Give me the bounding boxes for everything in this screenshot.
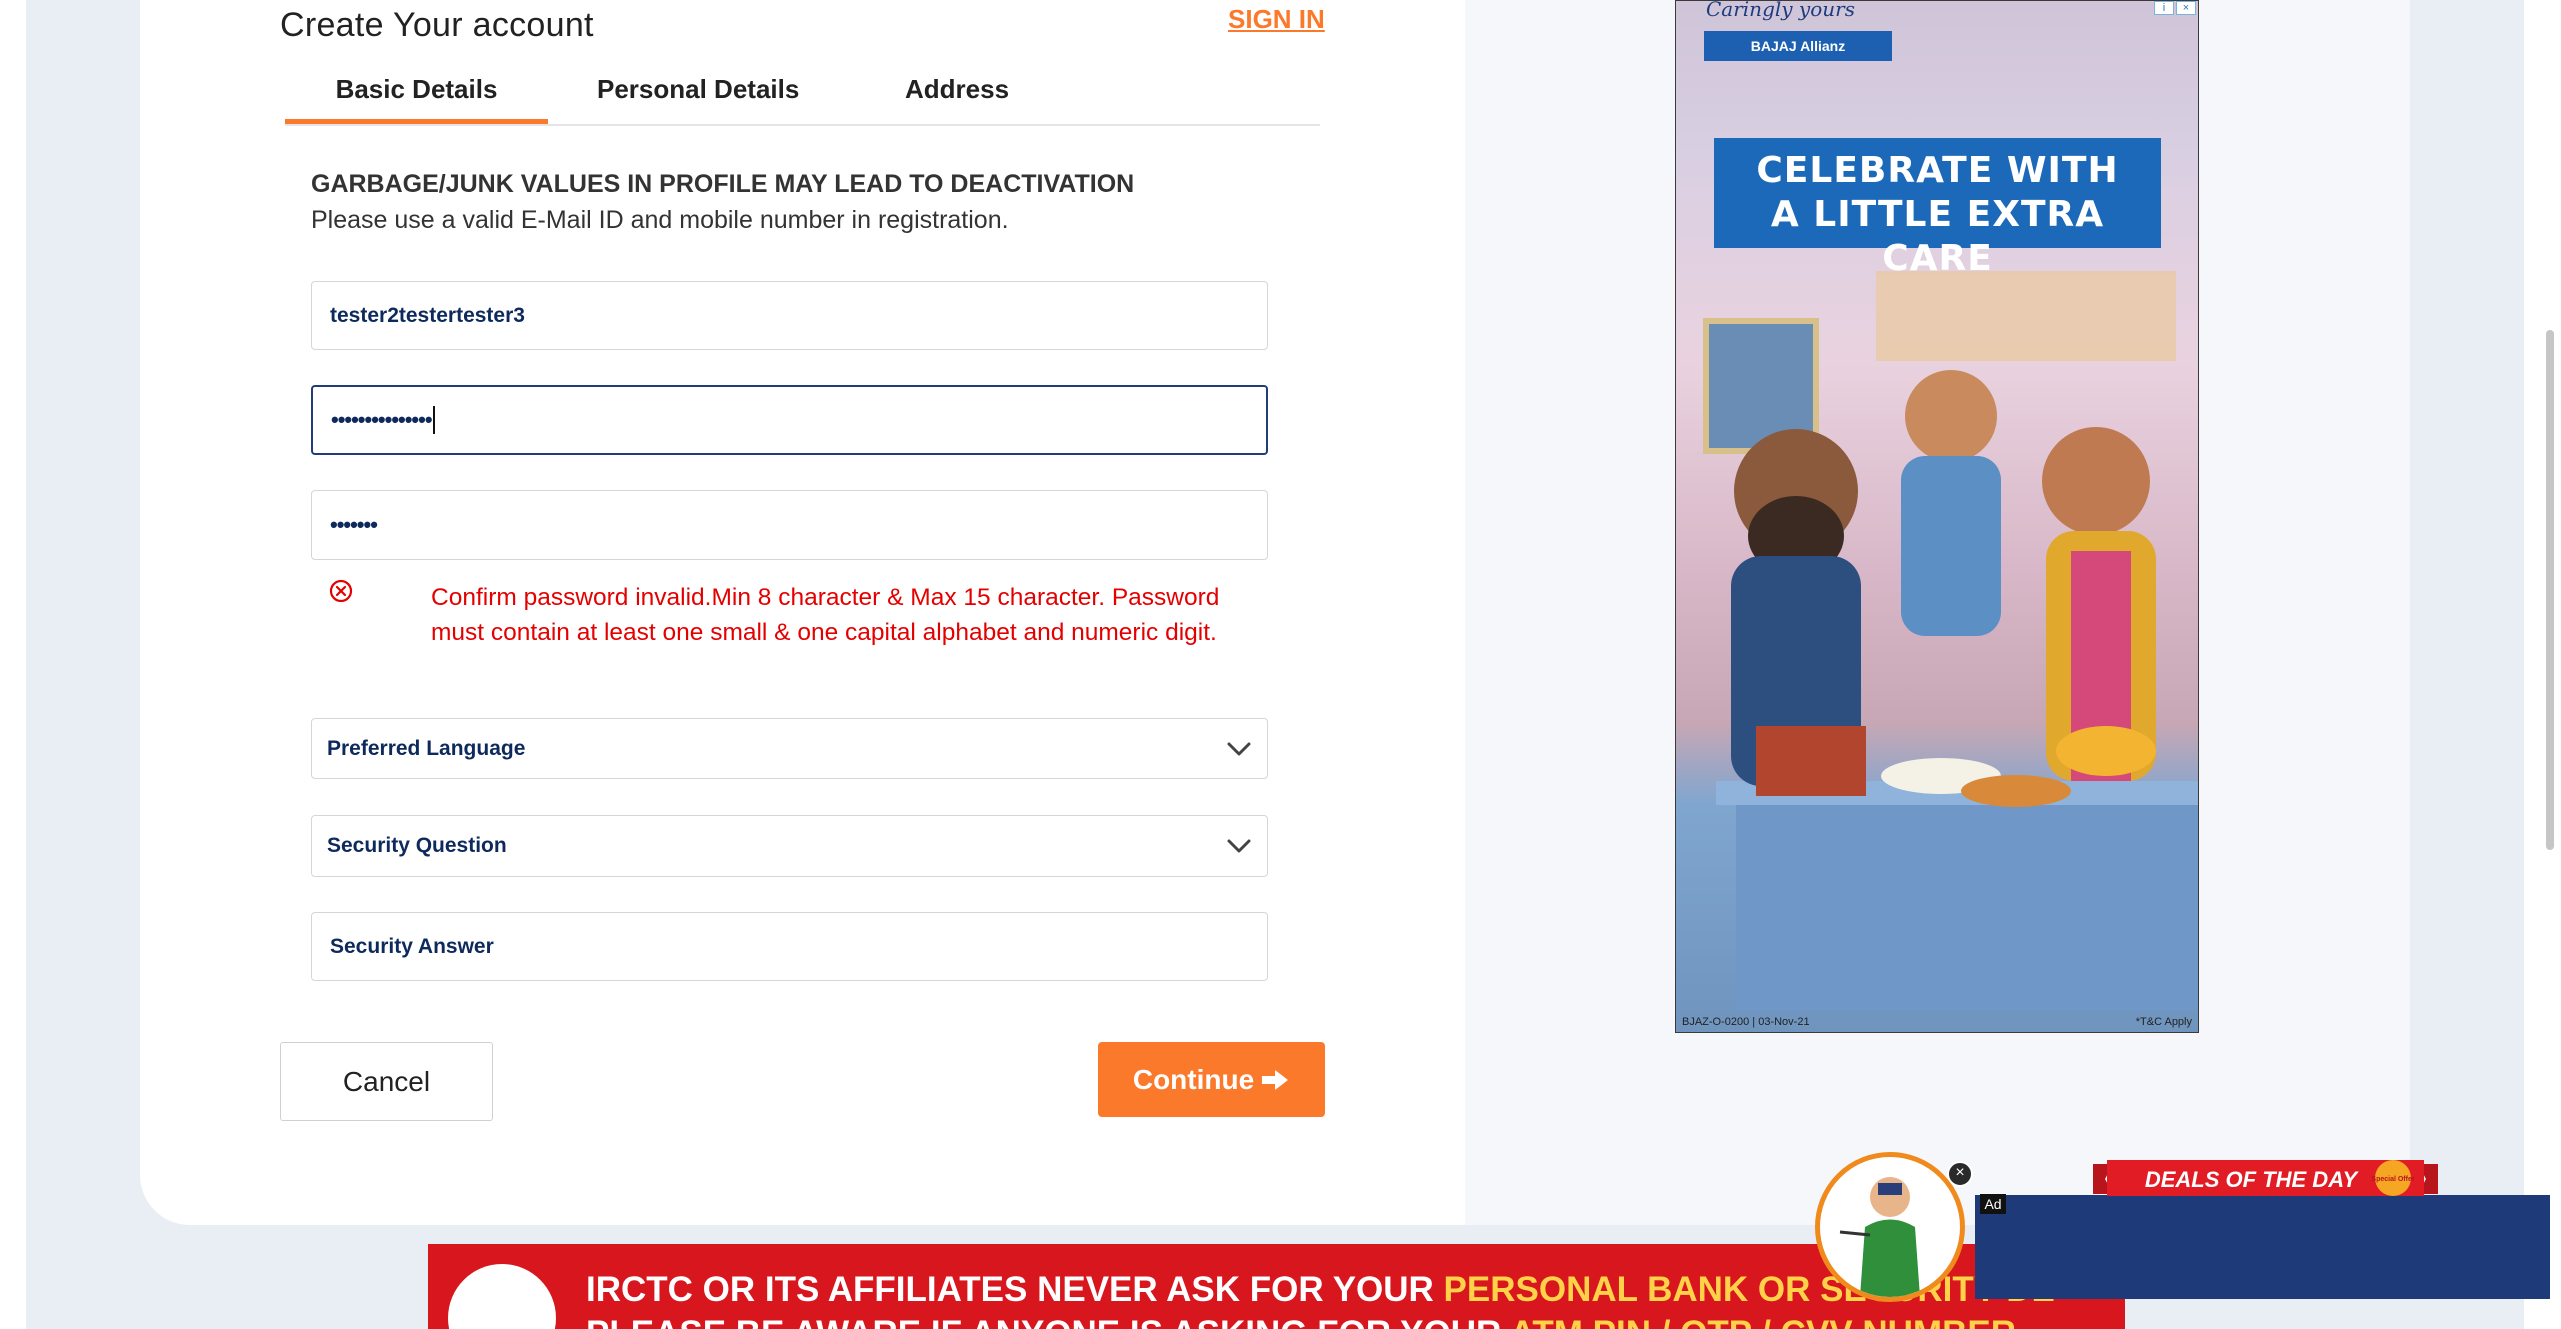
special-offer-badge: Special Offer: [2371, 1176, 2414, 1183]
chevron-down-icon: [1227, 742, 1251, 756]
page-title: Create Your account: [280, 6, 594, 44]
ad-footer-code: BJAZ-O-0200 | 03-Nov-21: [1682, 1016, 1810, 1028]
ad-headline: CELEBRATE WITH A LITTLE EXTRA CARE: [1714, 138, 2161, 279]
ad-info-icon[interactable]: i: [2154, 1, 2174, 15]
error-circle-icon: [329, 579, 353, 603]
deals-of-the-day-ribbon[interactable]: DEALS OF THE DAY Special Offer: [2093, 1156, 2438, 1202]
tab-address[interactable]: Address: [905, 74, 1009, 119]
sign-in-link[interactable]: SIGN IN: [1228, 4, 1325, 35]
username-input[interactable]: tester2testertester3: [311, 281, 1268, 350]
username-value: tester2testertester3: [330, 303, 525, 327]
password-value: •••••••••••••••: [331, 407, 433, 432]
irctc-logo: [448, 1264, 556, 1329]
preferred-language-placeholder: Preferred Language: [327, 736, 526, 760]
notice-title: GARBAGE/JUNK VALUES IN PROFILE MAY LEAD …: [311, 170, 1135, 198]
arrow-right-icon: [1262, 1069, 1289, 1090]
preferred-language-select[interactable]: Preferred Language: [311, 718, 1268, 779]
deals-mascot-avatar[interactable]: [1815, 1152, 1965, 1302]
ad-label-badge: Ad: [1980, 1194, 2006, 1214]
ad-close-icon[interactable]: ×: [2176, 1, 2196, 15]
ad-brand-block: Caringly yours BAJAJ Allianz: [1704, 1, 1894, 61]
deals-ribbon-label: DEALS OF THE DAY: [2145, 1167, 2360, 1192]
banner-line-2: PLEASE BE AWARE IF ANYONE IS ASKING FOR …: [586, 1314, 2016, 1329]
continue-label: Continue: [1132, 1063, 1255, 1095]
banner-line-2-highlight: ATM PIN / OTP / CVV NUMBER: [1510, 1314, 2016, 1329]
page-right-edge: [2524, 0, 2561, 1329]
tab-personal-details[interactable]: Personal Details: [597, 74, 799, 119]
deals-ad-bar[interactable]: [1975, 1195, 2550, 1299]
confirm-password-input[interactable]: •••••••: [311, 490, 1268, 560]
password-input[interactable]: •••••••••••••••: [311, 385, 1268, 455]
mascot-illustration: [1839, 1177, 1920, 1297]
ad-headline-line1: CELEBRATE WITH: [1756, 150, 2119, 191]
banner-line-1-highlight: PERSONAL BANK OR SECURITY DE: [1443, 1270, 2055, 1309]
security-question-placeholder: Security Question: [327, 834, 507, 857]
ad-choices[interactable]: i ×: [2154, 1, 2198, 15]
confirm-password-error: Confirm password invalid.Min 8 character…: [431, 584, 1220, 646]
cancel-button[interactable]: Cancel: [280, 1042, 493, 1121]
banner-line-2-text: PLEASE BE AWARE IF ANYONE IS ASKING FOR …: [586, 1314, 1510, 1329]
ad-brand-logo: BAJAJ Allianz: [1704, 31, 1892, 61]
chevron-down-icon: [1227, 839, 1251, 853]
bajaj-allianz-ad[interactable]: Caringly yours BAJAJ Allianz i × CELEBRA…: [1675, 0, 2199, 1033]
scrollbar-thumb[interactable]: [2546, 330, 2554, 850]
registration-tabs: Basic Details Personal Details Address: [285, 70, 1320, 126]
ad-footer-terms: *T&C Apply: [2135, 1016, 2192, 1028]
ad-tagline: Caringly yours: [1706, 0, 1855, 21]
security-answer-placeholder: Security Answer: [330, 934, 494, 958]
tab-basic-details[interactable]: Basic Details: [285, 74, 548, 124]
security-answer-input[interactable]: Security Answer: [311, 912, 1268, 981]
page-left-edge: [0, 0, 26, 1329]
security-question-select[interactable]: Security Question: [311, 815, 1268, 877]
deals-close-button[interactable]: ×: [1947, 1161, 1973, 1187]
confirm-password-value: •••••••: [330, 512, 378, 537]
ad-family-illustration: [1703, 271, 2198, 1011]
text-cursor: [432, 406, 435, 434]
notice-subtitle: Please use a valid E-Mail ID and mobile …: [311, 206, 1009, 234]
continue-button[interactable]: Continue: [1098, 1042, 1325, 1117]
banner-line-1-text: IRCTC OR ITS AFFILIATES NEVER ASK FOR YO…: [586, 1270, 1444, 1309]
